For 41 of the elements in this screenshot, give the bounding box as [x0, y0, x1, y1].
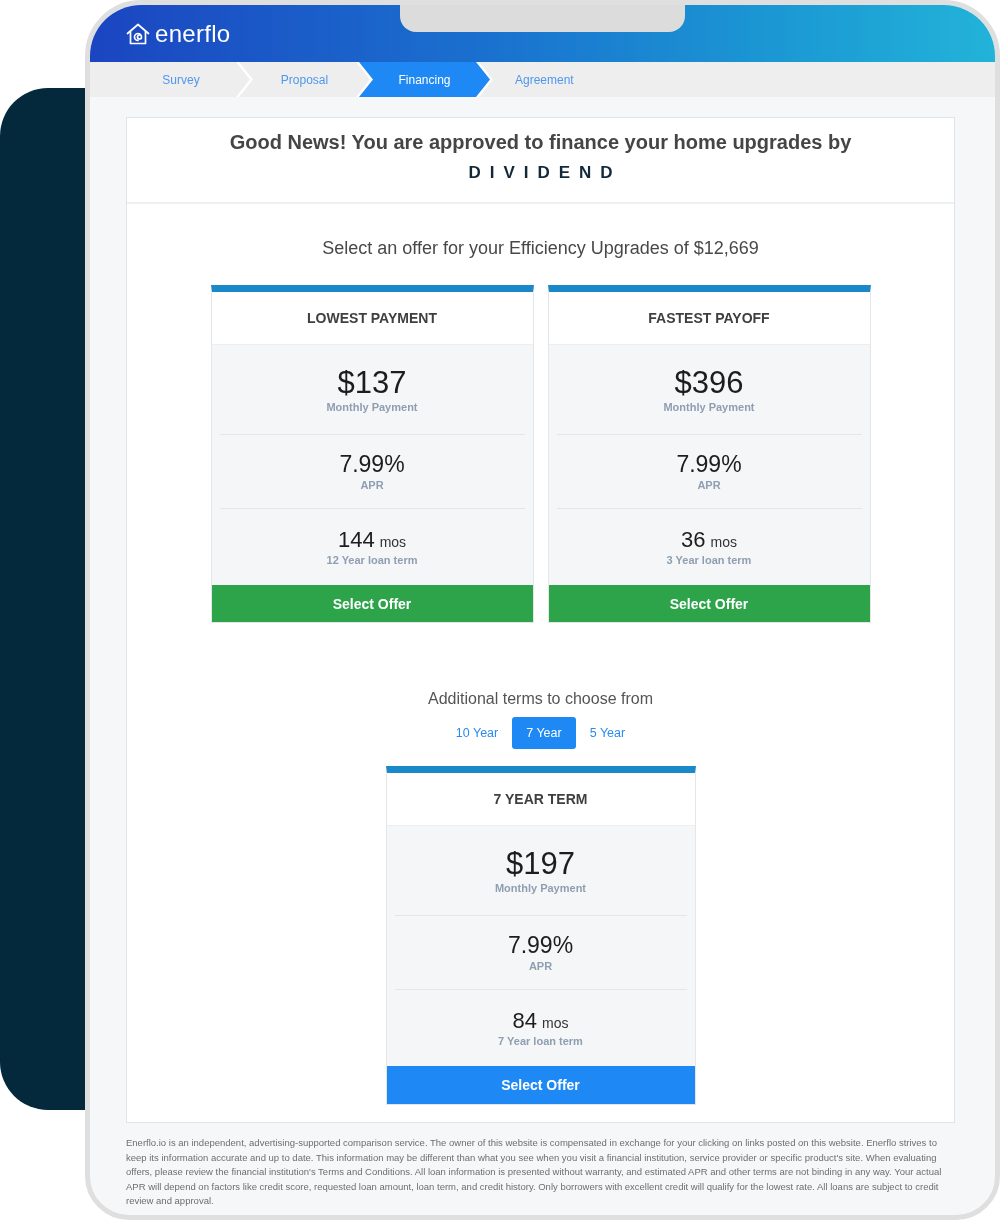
step-tab[interactable]: Proposal: [239, 62, 370, 97]
step-tab[interactable]: Financing: [359, 62, 490, 97]
apr-value: 7.99%: [507, 932, 574, 959]
offer-heading: LOWEST PAYMENT: [307, 309, 437, 327]
term-months-value: 144: [337, 527, 375, 553]
monthly-payment-label: Monthly Payment: [326, 399, 418, 414]
step-tab[interactable]: Agreement: [479, 62, 995, 97]
apr-value: 7.99%: [676, 451, 742, 478]
apr-label: APR: [360, 478, 384, 492]
select-offer-button[interactable]: Select Offer: [548, 585, 870, 622]
apr-label: APR: [528, 959, 553, 973]
term-months-value: 36: [681, 527, 706, 553]
offer-heading: 7 YEAR TERM: [493, 790, 588, 808]
monthly-payment-amount: $396: [674, 365, 744, 400]
monthly-payment-amount: $197: [506, 846, 575, 881]
term-unit: mos: [542, 1014, 569, 1032]
brand-logo: enerflo: [155, 19, 231, 48]
select-offer-button[interactable]: Select Offer: [211, 585, 533, 622]
house-icon: [126, 22, 150, 45]
monthly-payment-label: Monthly Payment: [494, 880, 587, 895]
term-tab[interactable]: 5 Year: [575, 717, 640, 749]
approval-title: Good News! You are approved to finance your home upgrades by: [229, 130, 852, 155]
offer-heading: FASTEST PAYOFF: [648, 309, 770, 327]
step-tab[interactable]: Survey: [90, 62, 250, 97]
apr-label: APR: [697, 478, 721, 492]
monthly-payment-amount: $137: [337, 365, 407, 400]
loan-term-label: 7 Year loan term: [498, 1034, 583, 1048]
additional-terms-title: Additional terms to choose from: [428, 689, 653, 709]
disclaimer-text: Enerflo.io is an independent, advertising-supported comparison service. The owner of this website is compensated in exchange for your clicking on links posted on this website. Enerflo strives to keep its information accurate and up to date. This information may be different than what you see when you visit a financial institution, service provider or specific product's site. When evaluating offers, please review the financial institution's Terms and Conditions. All loan information is presented without warranty, and estimated APR and other terms are not binding in any way. Your actual APR will depend on factors like credit score, requested loan amount, loan term, and credit history. Only borrowers with excellent credit will qualify for the lowest rate. All loans are subject to credit review and approval.: [126, 1136, 943, 1208]
term-months-value: 84: [512, 1008, 537, 1034]
monthly-payment-label: Monthly Payment: [663, 399, 755, 414]
offer-prompt: Select an offer for your Efficiency Upgrades of $12,669: [322, 237, 759, 260]
term-tab[interactable]: 10 Year: [441, 717, 513, 749]
term-unit: mos: [710, 533, 737, 551]
loan-term-label: 12 Year loan term: [326, 553, 418, 567]
select-offer-button[interactable]: Select Offer: [386, 1066, 695, 1104]
loan-term-label: 3 Year loan term: [666, 553, 752, 567]
term-tab[interactable]: 7 Year: [512, 717, 576, 749]
apr-value: 7.99%: [339, 451, 405, 478]
lender-logo: DIVIDEND: [467, 163, 622, 183]
term-unit: mos: [379, 533, 407, 551]
